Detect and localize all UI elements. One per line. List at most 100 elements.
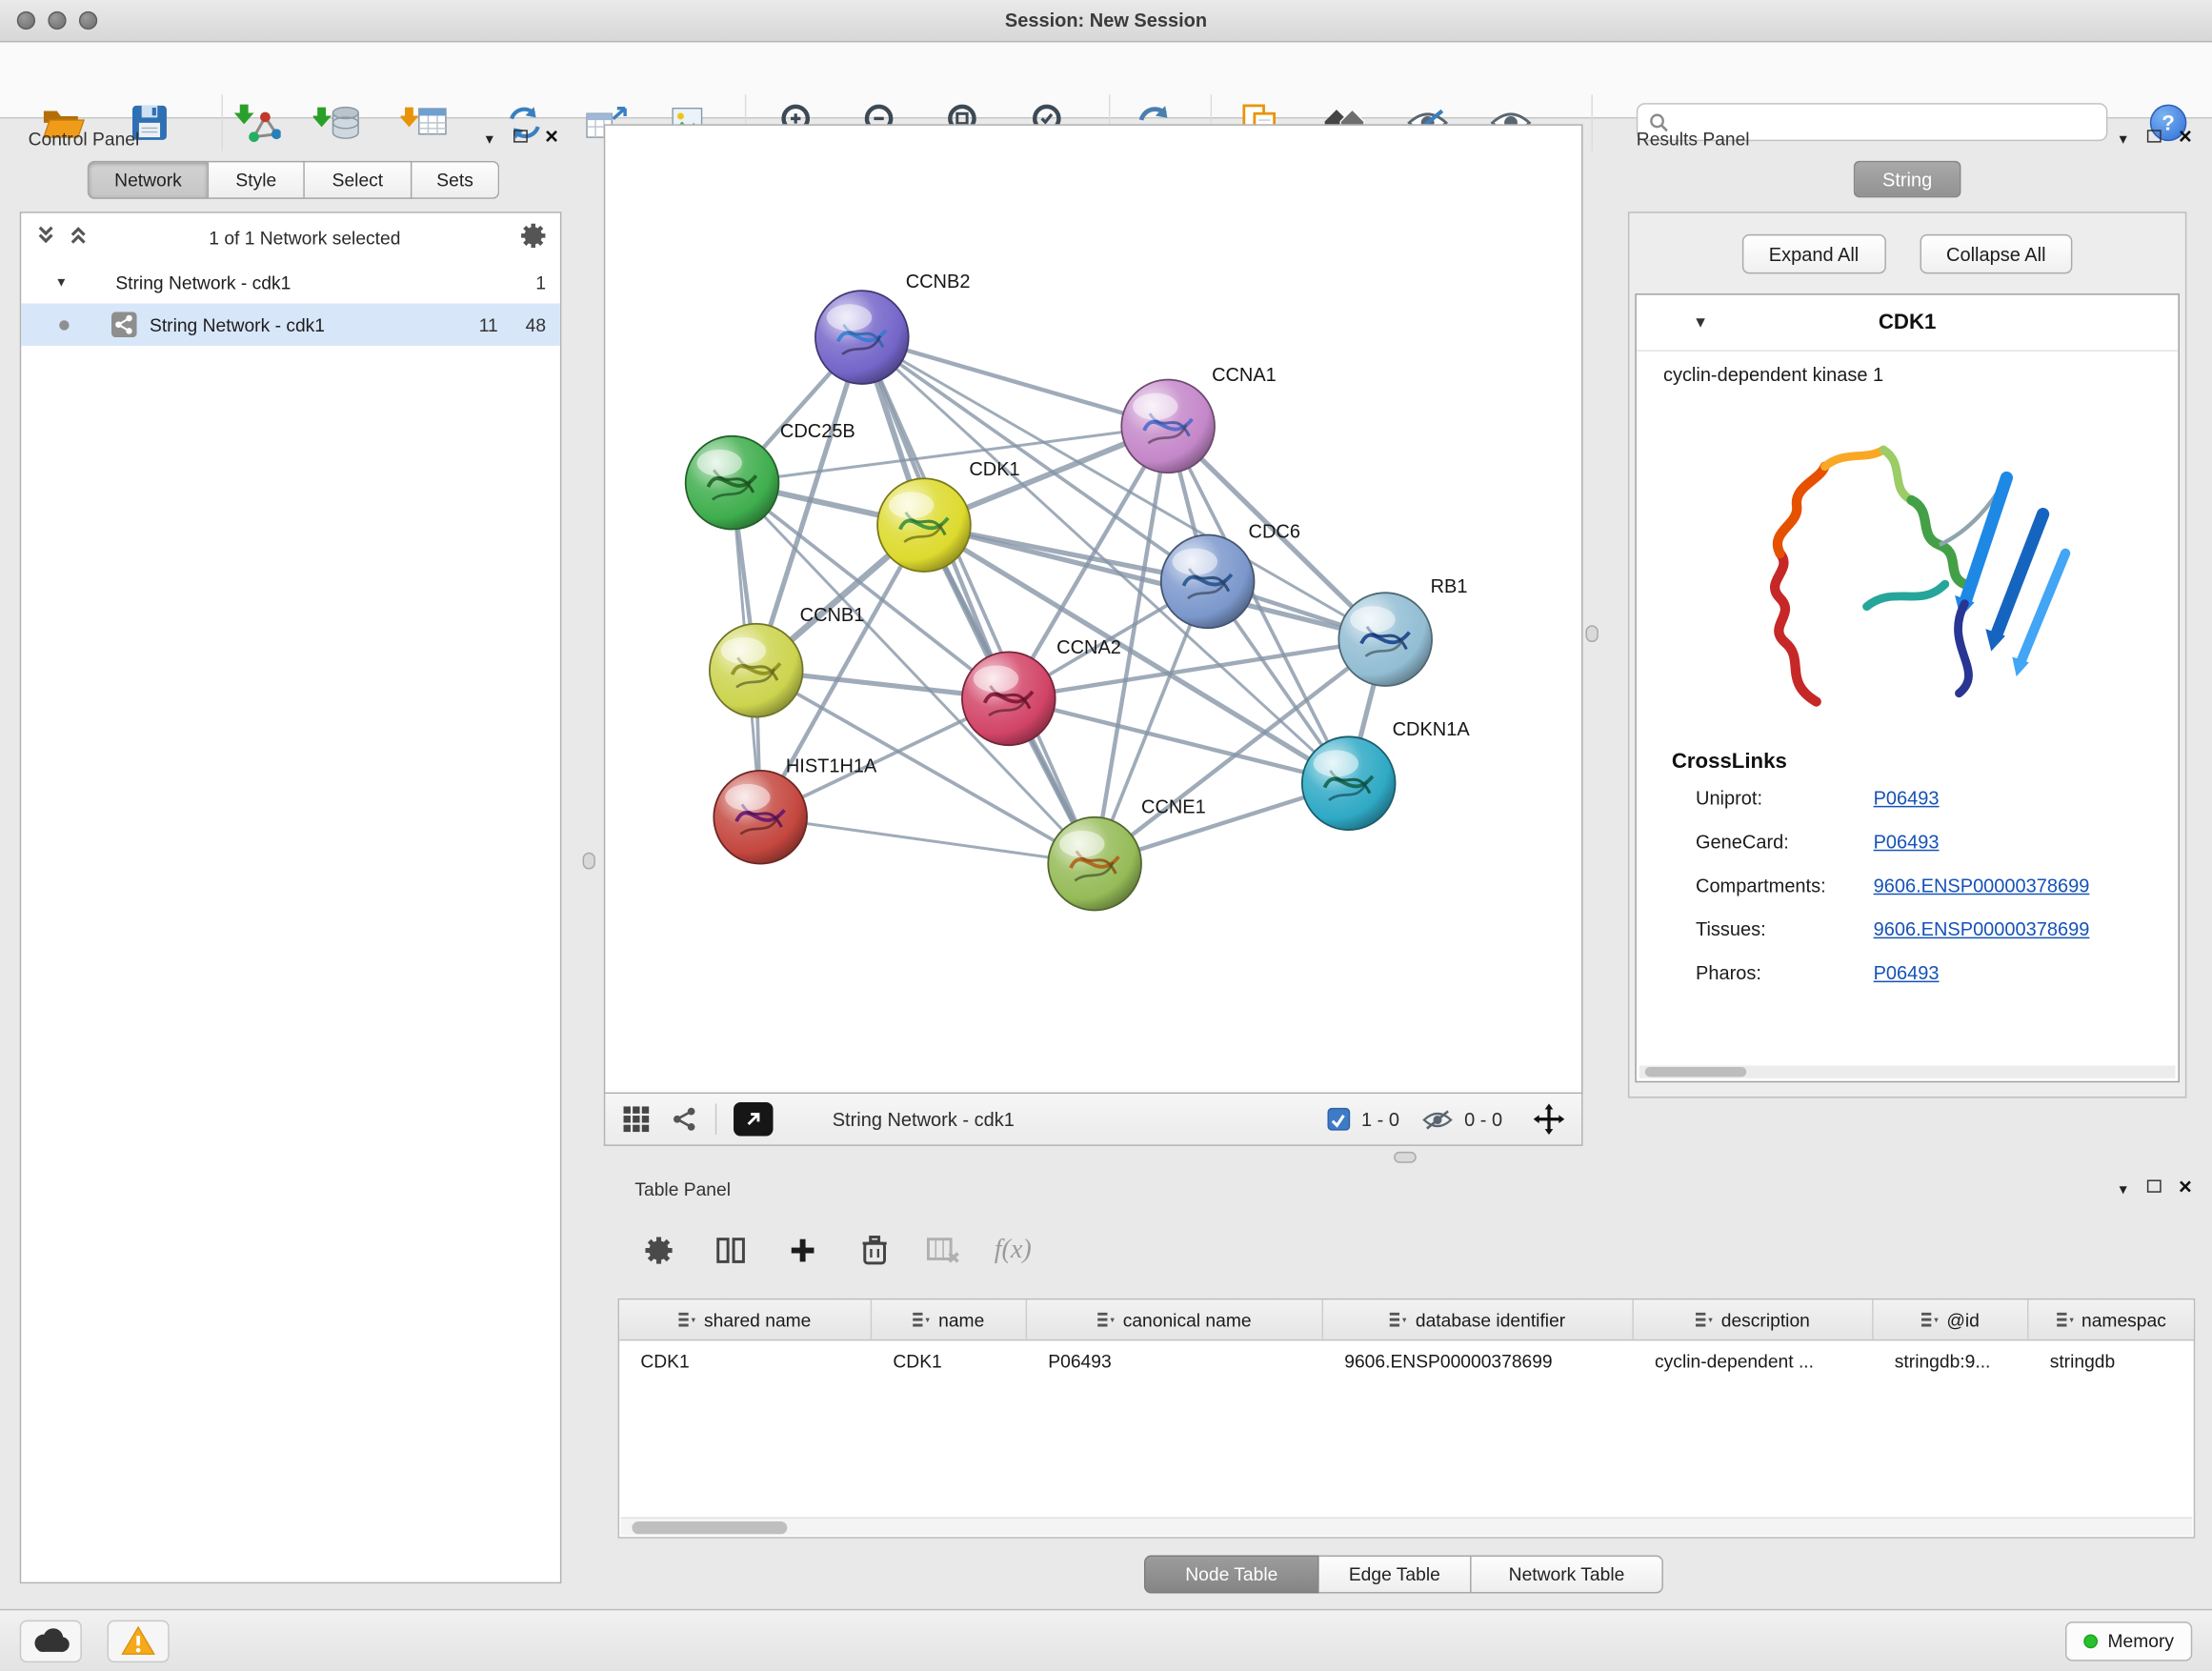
collection-count: 1 xyxy=(504,272,546,292)
network-list-gear-icon[interactable] xyxy=(520,222,546,252)
column-header-canonical-name[interactable]: canonical name xyxy=(1027,1299,1323,1339)
network-node-CDC25B[interactable] xyxy=(686,436,779,530)
cell-description[interactable]: cyclin-dependent ... xyxy=(1634,1350,1874,1371)
tab-sets[interactable]: Sets xyxy=(412,161,499,199)
cell-database-identifier[interactable]: 9606.ENSP00000378699 xyxy=(1323,1350,1634,1371)
delete-column-trash-icon[interactable] xyxy=(849,1225,899,1276)
bottom-splitter-handle[interactable] xyxy=(1394,1152,1417,1163)
delete-table-icon-disabled xyxy=(918,1225,969,1276)
cell-name[interactable]: CDK1 xyxy=(872,1350,1027,1371)
tab-network[interactable]: Network xyxy=(88,161,209,199)
window-zoom-button[interactable] xyxy=(79,11,97,30)
table-panel-close-icon[interactable]: × xyxy=(2170,1178,2202,1200)
edge-CCNB2-CCNA1[interactable] xyxy=(862,337,1168,426)
network-node-CCNB1[interactable] xyxy=(710,624,803,717)
expand-all-chevron-icon[interactable] xyxy=(68,225,89,251)
network-collection-row[interactable]: ▼ String Network - cdk1 1 xyxy=(21,261,560,303)
left-splitter-handle[interactable] xyxy=(583,853,595,870)
current-network-bullet-icon xyxy=(59,320,69,330)
table-scrollbar-thumb[interactable] xyxy=(632,1521,787,1534)
table-row[interactable]: CDK1 CDK1 P06493 9606.ENSP00000378699 cy… xyxy=(619,1340,2194,1379)
share-network-icon[interactable] xyxy=(670,1105,698,1134)
grid-view-icon[interactable] xyxy=(622,1105,651,1134)
show-columns-icon[interactable] xyxy=(705,1225,755,1276)
edge-HIST1H1A-CCNE1[interactable] xyxy=(760,817,1095,864)
cell-namespace[interactable]: stringdb xyxy=(2028,1350,2193,1371)
column-header-namespace[interactable]: namespac xyxy=(2028,1299,2193,1339)
column-header-id[interactable]: @id xyxy=(1874,1299,2029,1339)
network-canvas[interactable]: CCNB2CCNA1CDC25BCDK1CDC6RB1CCNB1CCNA2CDK… xyxy=(604,124,1583,1094)
network-row-selected[interactable]: String Network - cdk1 11 48 xyxy=(21,304,560,346)
crosslink-label: Tissues: xyxy=(1696,918,1874,939)
gene-section-header[interactable]: ▼ CDK1 xyxy=(1637,295,2179,352)
table-horizontal-scrollbar[interactable] xyxy=(621,1518,2193,1536)
network-node-CCNA2[interactable] xyxy=(962,652,1056,745)
network-node-CCNB2[interactable] xyxy=(815,291,909,384)
open-in-new-window-button[interactable] xyxy=(734,1102,773,1137)
gene-description: cyclin-dependent kinase 1 xyxy=(1637,352,2179,386)
network-node-RB1[interactable] xyxy=(1338,593,1432,686)
network-node-count: 11 xyxy=(444,314,497,335)
collapse-all-button[interactable]: Collapse All xyxy=(1920,234,2073,273)
cell-id[interactable]: stringdb:9... xyxy=(1874,1350,2029,1371)
selected-checkbox-icon[interactable] xyxy=(1327,1108,1350,1131)
results-tab-string[interactable]: String xyxy=(1854,161,1961,198)
tab-style[interactable]: Style xyxy=(209,161,305,199)
column-header-description[interactable]: description xyxy=(1634,1299,1874,1339)
table-panel-menu-icon[interactable]: ▾ xyxy=(2107,1179,2139,1198)
collapse-all-chevron-icon[interactable] xyxy=(35,225,56,251)
warnings-button[interactable] xyxy=(108,1620,170,1661)
memory-label: Memory xyxy=(2107,1630,2174,1651)
node-label-CCNE1: CCNE1 xyxy=(1141,796,1206,817)
edge-CCNB2-CCNE1[interactable] xyxy=(862,337,1095,864)
gene-collapse-caret-icon[interactable]: ▼ xyxy=(1693,314,1708,332)
network-node-CCNA1[interactable] xyxy=(1121,380,1215,473)
network-node-CDKN1A[interactable] xyxy=(1302,736,1396,830)
collection-caret-icon[interactable]: ▼ xyxy=(55,275,68,290)
crosslink-genecard[interactable]: P06493 xyxy=(1874,832,1940,853)
network-footer-toolbar: String Network - cdk1 1 - 0 0 - 0 xyxy=(604,1094,1583,1146)
network-node-CDK1[interactable] xyxy=(877,478,971,572)
network-node-CCNE1[interactable] xyxy=(1048,817,1141,911)
results-horizontal-scrollbar[interactable] xyxy=(1639,1065,2176,1077)
expand-all-button[interactable]: Expand All xyxy=(1742,234,1886,273)
tab-select[interactable]: Select xyxy=(305,161,412,199)
column-header-name[interactable]: name xyxy=(872,1299,1027,1339)
crosslink-compartments[interactable]: 9606.ENSP00000378699 xyxy=(1874,875,2090,896)
control-panel-close-icon[interactable]: × xyxy=(536,127,568,150)
window-minimize-button[interactable] xyxy=(48,11,66,30)
control-panel-menu-icon[interactable]: ▾ xyxy=(474,130,506,148)
network-node-CDC6[interactable] xyxy=(1161,534,1255,628)
crosslink-label: GeneCard: xyxy=(1696,832,1874,853)
results-panel-title: Results Panel xyxy=(1622,128,1750,149)
crosslink-row: Tissues: 9606.ENSP00000378699 xyxy=(1637,908,2179,952)
cell-canonical-name[interactable]: P06493 xyxy=(1027,1350,1323,1371)
cell-shared-name[interactable]: CDK1 xyxy=(619,1350,872,1371)
results-panel-menu-icon[interactable]: ▾ xyxy=(2107,130,2139,148)
crosslink-label: Compartments: xyxy=(1696,875,1874,896)
cloud-status-button[interactable] xyxy=(20,1620,82,1661)
add-column-plus-icon[interactable] xyxy=(777,1225,828,1276)
results-panel-close-icon[interactable]: × xyxy=(2170,127,2202,150)
memory-button[interactable]: Memory xyxy=(2065,1621,2192,1660)
tab-network-table[interactable]: Network Table xyxy=(1472,1556,1663,1594)
results-scrollbar-thumb[interactable] xyxy=(1645,1067,1747,1077)
control-panel-float-icon[interactable] xyxy=(505,130,536,147)
crosslink-uniprot[interactable]: P06493 xyxy=(1874,788,1940,809)
crosslink-tissues[interactable]: 9606.ENSP00000378699 xyxy=(1874,918,2090,939)
node-label-CDKN1A: CDKN1A xyxy=(1393,719,1471,740)
results-panel-float-icon[interactable] xyxy=(2139,130,2170,147)
table-panel-float-icon[interactable] xyxy=(2139,1179,2170,1197)
network-node-HIST1H1A[interactable] xyxy=(714,771,807,864)
network-row-label: String Network - cdk1 xyxy=(150,314,325,335)
tab-node-table[interactable]: Node Table xyxy=(1144,1556,1319,1594)
column-header-shared-name[interactable]: shared name xyxy=(619,1299,872,1339)
pan-crosshair-icon[interactable] xyxy=(1534,1103,1565,1135)
window-close-button[interactable] xyxy=(17,11,35,30)
function-builder-icon[interactable]: f(x) xyxy=(988,1225,1038,1276)
right-splitter-handle[interactable] xyxy=(1585,625,1598,642)
column-header-database-identifier[interactable]: database identifier xyxy=(1323,1299,1634,1339)
tab-edge-table[interactable]: Edge Table xyxy=(1319,1556,1472,1594)
crosslink-pharos[interactable]: P06493 xyxy=(1874,962,1940,983)
table-settings-gear-icon[interactable] xyxy=(633,1225,684,1276)
